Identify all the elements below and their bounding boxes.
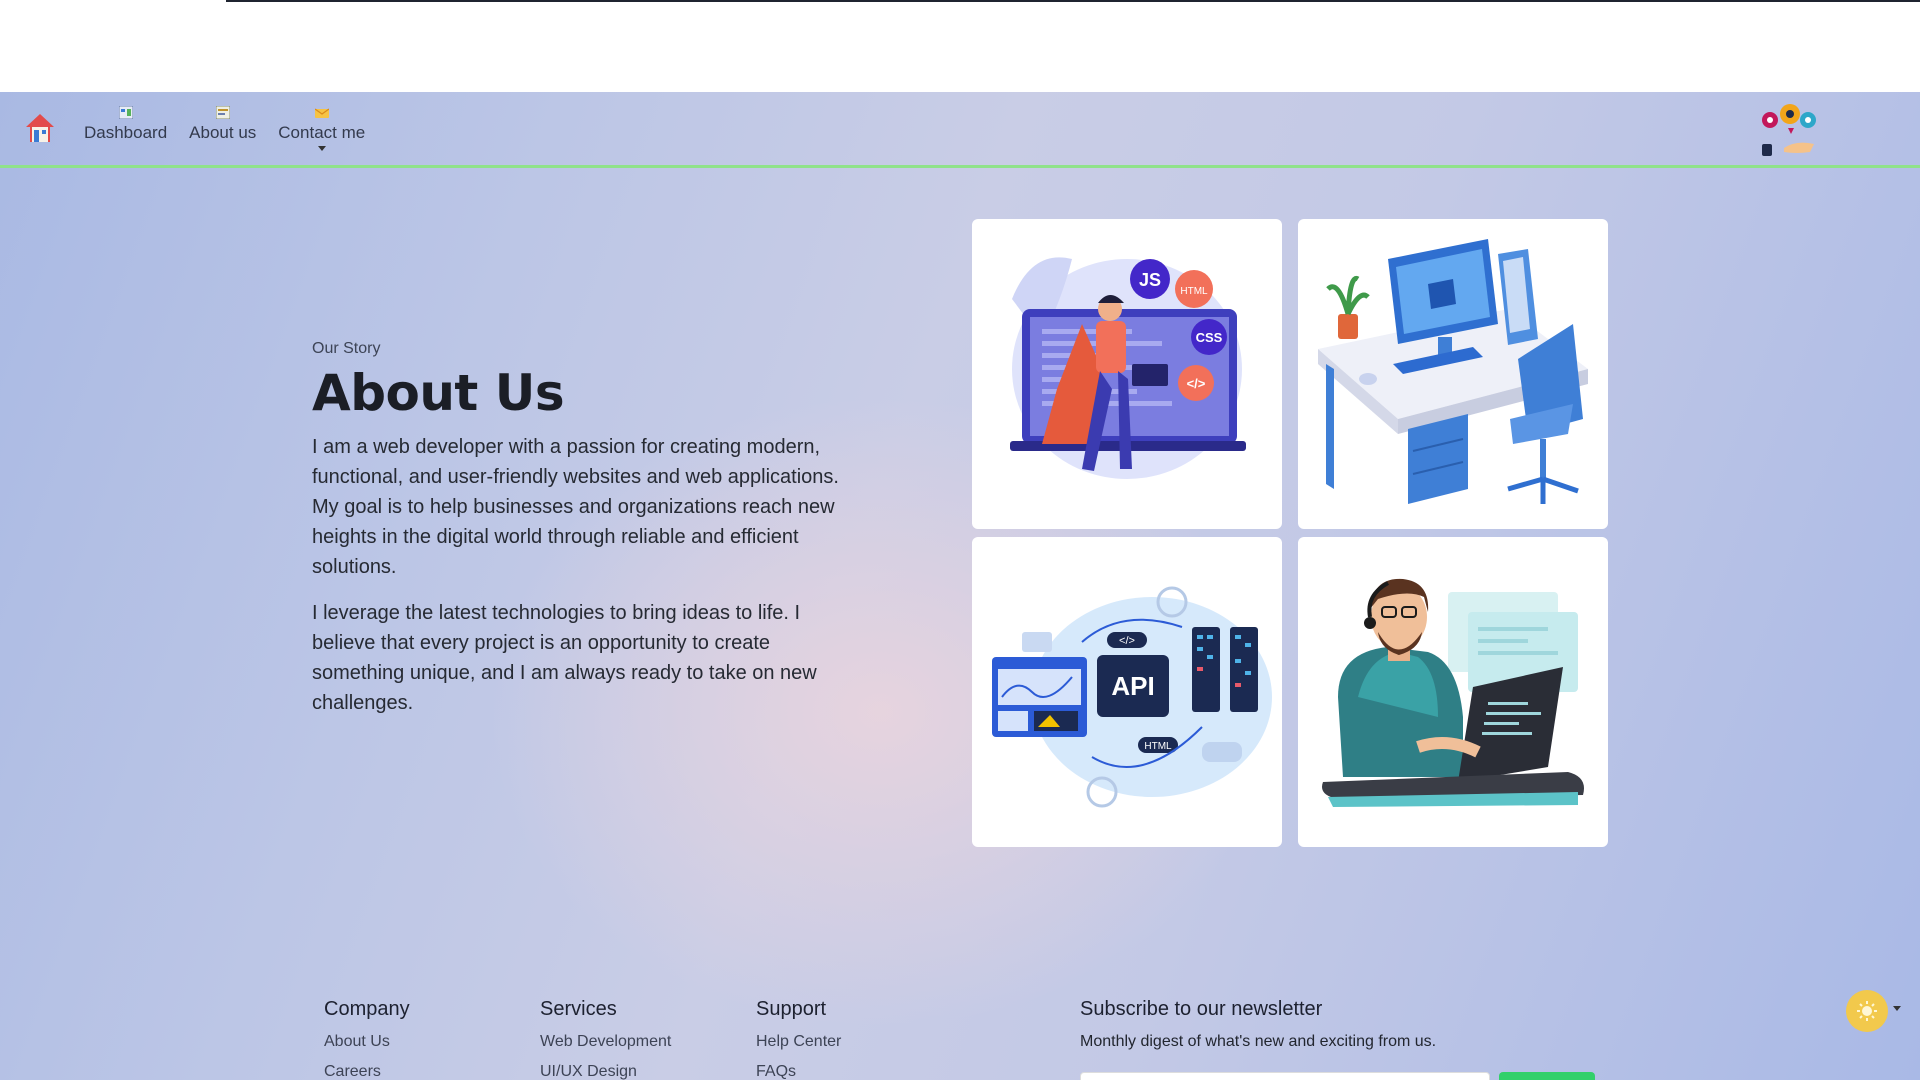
theme-dropdown-chevron-icon[interactable]: [1893, 1006, 1901, 1011]
nav-menu: Dashboard About us Contact me: [80, 106, 369, 151]
footer-newsletter: Subscribe to our newsletter Monthly dige…: [1080, 998, 1436, 1051]
footer-support: Support Help Center FAQs: [756, 998, 841, 1080]
nav-item-label: Contact me: [278, 123, 366, 142]
about-icon: [215, 106, 230, 119]
js-badge: JS: [1130, 259, 1170, 299]
css-badge: CSS: [1191, 319, 1227, 355]
top-strip: [0, 0, 1920, 92]
navbar: Dashboard About us Contact me: [0, 92, 1920, 168]
illustration-card-api: API </> HTML: [972, 537, 1282, 847]
developer-laptop-illustration: JS HTML CSS </>: [1010, 257, 1246, 479]
home-icon: [26, 114, 54, 142]
footer-company-title: Company: [324, 998, 410, 1020]
contact-icon: [314, 108, 329, 118]
footer-services: Services Web Development UI/UX Design: [540, 998, 671, 1080]
api-chip-label: API: [1111, 671, 1154, 701]
theme-toggle-button[interactable]: [1846, 990, 1888, 1032]
sun-icon: [1857, 1001, 1877, 1021]
footer-link-web-development[interactable]: Web Development: [540, 1033, 671, 1051]
footer-support-title: Support: [756, 998, 827, 1020]
subscribe-button[interactable]: [1499, 1072, 1595, 1080]
chevron-down-icon: [317, 146, 326, 151]
footer-link-faqs[interactable]: FAQs: [756, 1063, 841, 1080]
code-tag-label: </>: [1119, 635, 1135, 647]
code-badge-label: </>: [1187, 376, 1206, 391]
brand-logo[interactable]: [1760, 100, 1820, 158]
page: Dashboard About us Contact me Our Story …: [0, 92, 1920, 1080]
top-divider: [226, 0, 1920, 2]
illustration-card-desk-setup: [1298, 219, 1608, 529]
nav-item-label: About us: [189, 123, 257, 142]
html-badge-label: HTML: [1180, 286, 1208, 297]
api-illustration: API </> HTML: [992, 586, 1272, 808]
desk-setup-illustration: [1318, 239, 1588, 504]
footer-link-help-center[interactable]: Help Center: [756, 1033, 841, 1051]
html-tag-label: HTML: [1144, 741, 1172, 752]
dashboard-icon: [118, 106, 133, 119]
api-chip: API: [1097, 655, 1169, 717]
about-section: Our Story About Us I am a web developer …: [312, 340, 842, 734]
footer-link-about-us[interactable]: About Us: [324, 1033, 410, 1051]
html-badge: HTML: [1175, 270, 1213, 308]
footer-services-title: Services: [540, 998, 617, 1020]
newsletter-title: Subscribe to our newsletter: [1080, 998, 1323, 1020]
newsletter-email-input[interactable]: [1080, 1072, 1490, 1080]
newsletter-description: Monthly digest of what's new and excitin…: [1080, 1033, 1437, 1050]
coder-illustration: [1322, 578, 1584, 807]
footer-link-careers[interactable]: Careers: [324, 1063, 410, 1080]
nav-item-contact[interactable]: Contact me: [274, 106, 369, 151]
nav-item-about[interactable]: About us: [185, 106, 260, 151]
nav-item-label: Dashboard: [84, 123, 168, 142]
code-tag: </>: [1107, 632, 1147, 648]
js-badge-label: JS: [1139, 270, 1161, 290]
footer-company: Company About Us Careers: [324, 998, 410, 1080]
code-badge: </>: [1178, 365, 1214, 401]
section-eyebrow: Our Story: [312, 340, 381, 357]
about-paragraph-1: I am a web developer with a passion for …: [312, 436, 839, 578]
illustration-card-coder: [1298, 537, 1608, 847]
illustration-card-developer-badges: JS HTML CSS </>: [972, 219, 1282, 529]
home-button[interactable]: [22, 110, 58, 146]
about-paragraph-2: I leverage the latest technologies to br…: [312, 602, 817, 714]
nav-item-dashboard[interactable]: Dashboard: [80, 106, 171, 151]
page-title: About Us: [312, 364, 565, 422]
footer-link-ui-ux-design[interactable]: UI/UX Design: [540, 1063, 671, 1080]
css-badge-label: CSS: [1196, 330, 1223, 345]
